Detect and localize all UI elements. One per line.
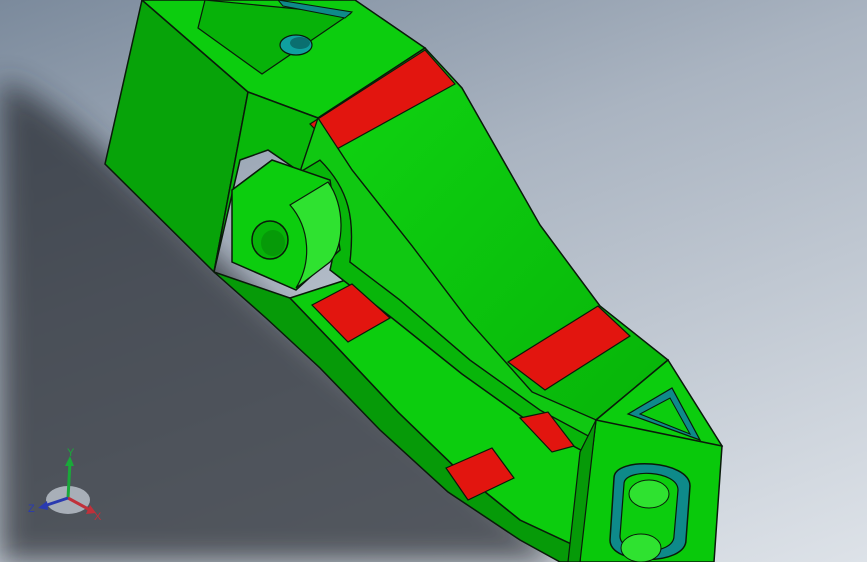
boss-hole-inner — [261, 230, 285, 256]
upper-pocket-hole-inner — [290, 37, 310, 49]
slot-hole-upper[interactable] — [628, 479, 670, 509]
model-canvas[interactable] — [0, 0, 867, 562]
slot-hole-lower[interactable] — [620, 533, 662, 562]
triad-y-label: Y — [67, 448, 75, 459]
view-orientation-triad[interactable]: Y X Z — [26, 447, 110, 528]
triad-z-label: Z — [28, 503, 35, 515]
triad-x-label: X — [94, 511, 102, 523]
graphics-viewport[interactable]: Y X Z — [0, 0, 867, 562]
triad-z-arrowhead — [38, 501, 48, 510]
triad-y-axis — [66, 461, 72, 499]
